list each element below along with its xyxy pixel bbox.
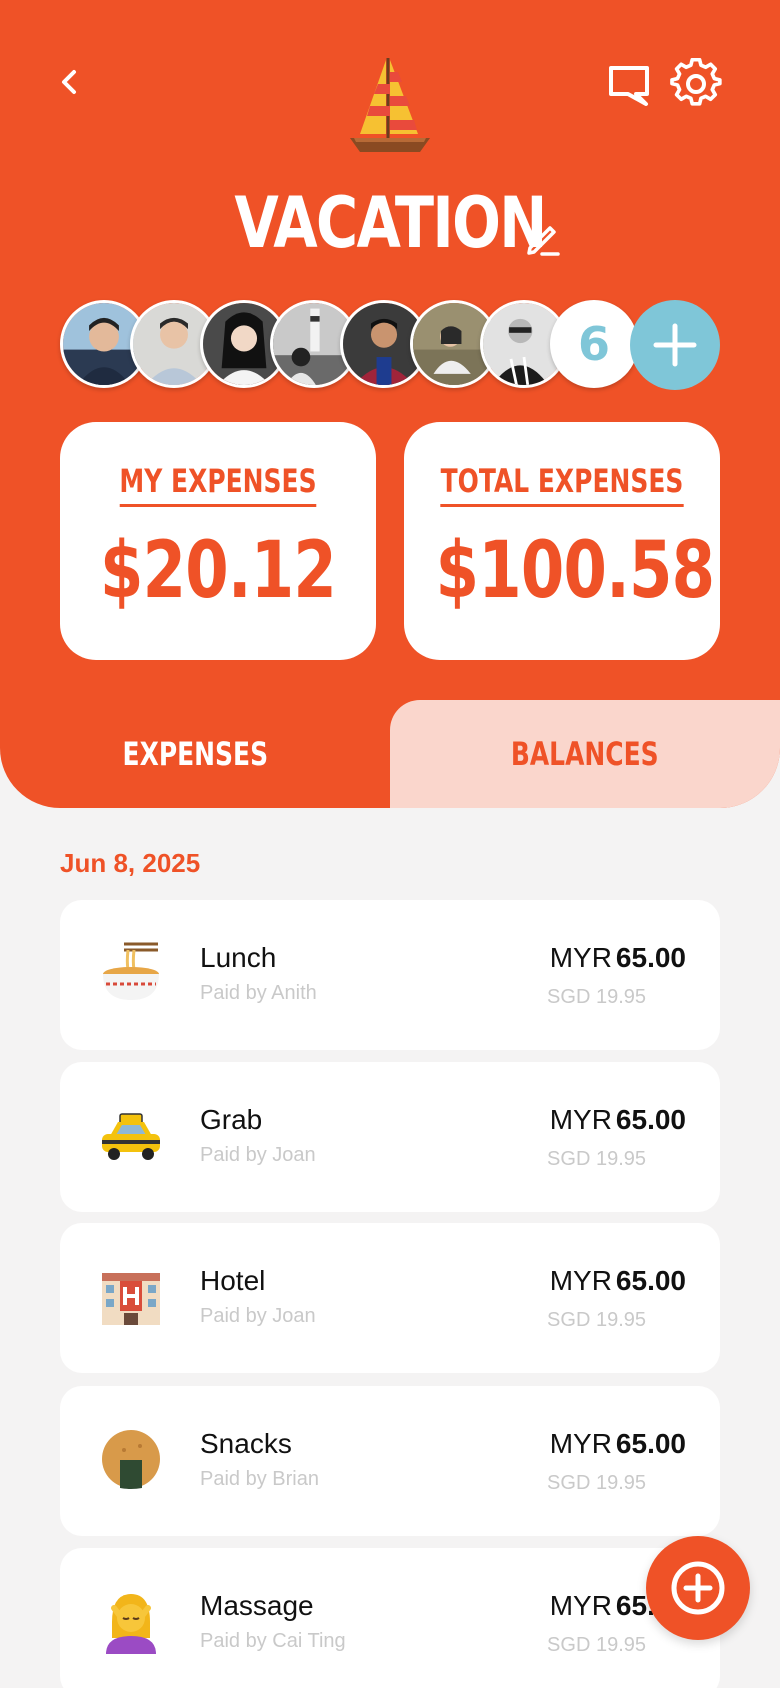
tab-expenses[interactable]: EXPENSES (0, 700, 390, 808)
my-expenses-label: MY EXPENSES (119, 462, 317, 507)
hotel-icon (102, 1273, 160, 1325)
expense-paid-by: Paid by Brian (200, 1468, 319, 1490)
expense-amount: MYR65.00 (549, 1428, 686, 1459)
tab-bar: EXPENSES BALANCES (0, 700, 780, 808)
noodle-bowl-icon (103, 942, 159, 1000)
massage-icon (106, 1594, 156, 1654)
expense-item[interactable]: Massage Paid by Cai Ting MYR65.00 SGD 19… (60, 1548, 720, 1688)
expense-item[interactable]: Hotel Paid by Joan MYR 65.00 SGD 19.95 (60, 1223, 720, 1373)
group-title: VACATION (234, 182, 547, 264)
taxi-icon (102, 1113, 160, 1160)
expense-converted: SGD 19.95 (547, 986, 646, 1008)
chat-icon (609, 66, 649, 106)
expense-paid-by: Paid by Anith (200, 982, 317, 1004)
group-header: VACATION 6 MY EXPENSES $20.12 TOTAL EXPE… (0, 0, 780, 808)
back-button[interactable] (50, 62, 90, 102)
my-expenses-card: MY EXPENSES $20.12 (60, 422, 376, 660)
expense-paid-by: Paid by Joan (200, 1144, 316, 1166)
expense-amount: MYR65.00 (549, 1265, 686, 1296)
total-expenses-value: $100.58 (435, 526, 715, 616)
expense-paid-by: Paid by Joan (200, 1305, 316, 1327)
expense-name: Grab (200, 1104, 263, 1135)
expense-name: Massage (200, 1590, 314, 1621)
title-row: VACATION (0, 178, 780, 268)
expense-converted: SGD 19.95 (547, 1309, 646, 1331)
member-avatars[interactable]: 6 (60, 300, 740, 392)
expense-name: Lunch (200, 942, 277, 973)
expense-converted: SGD 19.95 (547, 1472, 646, 1494)
plus-icon (653, 323, 697, 367)
expense-item[interactable]: Lunch Paid by Anith MYR 65.00 SGD 19.95 (60, 900, 720, 1050)
gear-icon (670, 57, 722, 106)
pencil-icon (527, 226, 560, 256)
settings-button[interactable] (670, 57, 722, 110)
total-expenses-card: TOTAL EXPENSES $100.58 (404, 422, 720, 660)
edit-title-button[interactable] (522, 218, 562, 258)
expense-name: Hotel (200, 1265, 266, 1296)
expense-amount: MYR65.00 (549, 942, 686, 973)
expense-amount: MYR65.00 (549, 1104, 686, 1135)
expense-converted: SGD 19.95 (547, 1634, 646, 1656)
rice-cracker-icon (102, 1430, 160, 1489)
plus-circle-icon (671, 1561, 725, 1615)
sailboat-icon (340, 54, 440, 160)
extra-members-count[interactable]: 6 (550, 300, 638, 388)
my-expenses-value: $20.12 (100, 526, 337, 616)
chat-button[interactable] (606, 62, 652, 108)
date-heading: Jun 8, 2025 (60, 848, 201, 878)
add-expense-button[interactable] (646, 1536, 750, 1640)
expense-paid-by: Paid by Cai Ting (200, 1630, 346, 1652)
expense-item[interactable]: Grab Paid by Joan MYR 65.00 SGD 19.95 (60, 1062, 720, 1212)
expense-item[interactable]: Snacks Paid by Brian MYR 65.00 SGD 19.95 (60, 1386, 720, 1536)
expense-converted: SGD 19.95 (547, 1148, 646, 1170)
total-expenses-label: TOTAL EXPENSES (441, 462, 684, 507)
tab-balances[interactable]: BALANCES (390, 700, 780, 808)
chevron-left-icon (62, 70, 76, 94)
add-member-button[interactable] (630, 300, 720, 390)
expense-name: Snacks (200, 1428, 292, 1459)
